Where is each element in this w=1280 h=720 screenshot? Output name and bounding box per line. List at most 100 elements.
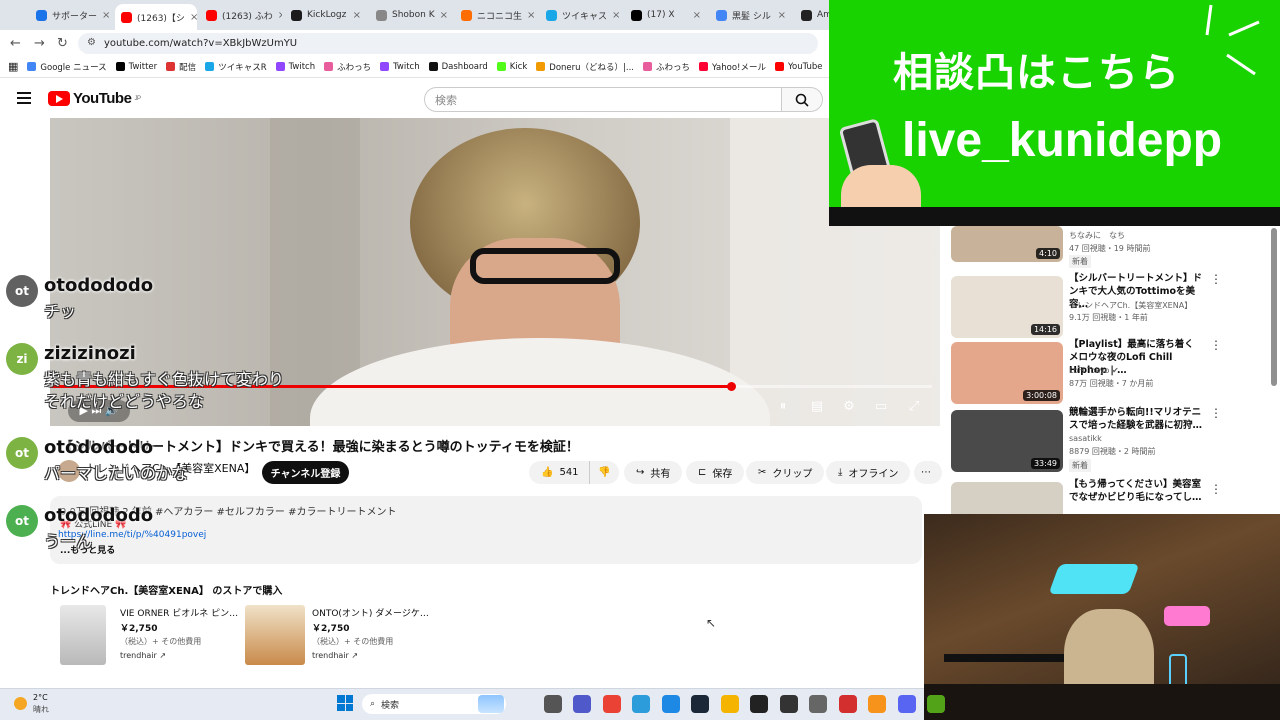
weather-desc[interactable]: 晴れ [33,704,49,715]
more-options-icon[interactable]: ⋮ [1210,338,1222,352]
mouse-cursor-icon: ↖ [706,616,717,630]
browser-tab[interactable]: ニコニコ生 × [455,4,537,26]
tab-label: (17) X [647,10,675,20]
subtitles-icon[interactable]: ▤ [808,400,826,414]
bookmark-item[interactable]: ツイキャスR [205,61,267,73]
taskbar-app-icon[interactable] [897,695,916,713]
browser-tab[interactable]: (1263) ふわ × [200,4,282,26]
browser-tab[interactable]: KickLogz × [285,4,367,26]
theater-mode-icon[interactable]: ▭ [872,400,890,414]
browser-tab[interactable]: ツイキャス × [540,4,622,26]
sidebar-video-title[interactable]: 競輪選手から転向!!マリオテニスで培った経験を武器に初狩… [1069,406,1203,432]
taskbar-app-icon[interactable] [868,695,886,713]
taskbar-app-icon[interactable] [750,695,768,713]
taskbar-app-icon[interactable] [720,695,739,713]
tab-close-icon[interactable]: × [778,10,786,21]
like-button[interactable]: 👍 541 [529,461,589,484]
hamburger-menu-icon[interactable] [17,92,31,104]
tab-close-icon[interactable]: × [440,10,448,21]
browser-tab[interactable]: (1263)【シ × [115,4,197,30]
browser-tab[interactable]: サポーター × [30,4,112,26]
more-options-icon[interactable]: ⋮ [1210,272,1222,286]
taskbar-app-icon[interactable] [661,695,680,713]
sidebar-video-thumbnail[interactable]: 14:16 [951,276,1063,338]
bookmark-item[interactable]: Dashboard [428,62,488,72]
chat-username: zizizinozi [44,343,136,364]
bookmark-item[interactable]: Yahoo!メール [699,61,766,73]
save-button[interactable]: ⊏ 保存 [686,461,745,484]
dislike-button[interactable]: 👎 [589,461,619,484]
video-scrubber-handle[interactable] [727,382,736,391]
bookmark-item[interactable]: Twitter [115,62,157,72]
windows-start-icon[interactable] [337,695,353,711]
bookmark-item[interactable]: ふわっち [324,61,371,73]
apps-grid-icon[interactable]: ▦ [8,60,18,73]
taskbar-app-icon[interactable] [478,695,504,713]
bookmark-item[interactable]: Google ニュース [27,61,107,73]
taskbar-app-icon[interactable] [838,695,857,713]
product-name[interactable]: ONTO(オント) ダメージケ… [312,606,429,619]
sidebar-scrollbar[interactable] [1271,228,1277,386]
taskbar-app-icon[interactable] [632,695,650,713]
sidebar-video-thumbnail[interactable]: 33:49 [951,410,1063,472]
forward-arrow-icon[interactable]: → [34,36,45,51]
tab-close-icon[interactable]: × [102,10,110,21]
search-button[interactable] [781,87,823,112]
taskbar-app-icon[interactable] [602,695,621,713]
fullscreen-icon[interactable]: ⤢ [905,400,923,414]
product-image[interactable] [245,605,305,665]
bookmark-item[interactable]: YouTube [774,62,823,72]
presenter-glasses [470,248,620,284]
url-field[interactable]: ⚙ youtube.com/watch?v=XBkJbWzUmYU [78,33,818,54]
bookmark-item[interactable]: Doneru（どねる）|... [536,61,634,73]
product-tax-note: （税込）+ その他費用 [120,637,202,646]
tab-close-icon[interactable]: × [527,10,535,21]
taskbar-app-icon[interactable] [779,695,798,713]
reload-icon[interactable]: ↻ [57,36,68,51]
bookmark-item[interactable]: Kick [496,62,527,72]
bookmark-item[interactable]: Twitch [275,62,315,72]
taskbar-app-icon[interactable] [573,695,591,713]
bookmark-item[interactable]: ふわっち [643,61,690,73]
product-shop-link[interactable]: trendhair ↗ [312,651,358,660]
pause-icon[interactable]: ⏸ [774,400,792,414]
more-options-icon[interactable]: ⋮ [1210,406,1222,420]
taskbar-app-icon[interactable] [543,695,562,713]
weather-sun-icon[interactable] [14,697,27,710]
sidebar-video-title[interactable]: 【もう帰ってください】美容室でなぜかビビり毛になってし… [1069,478,1203,504]
browser-tab[interactable]: 黒髪 シル × [710,4,792,26]
settings-gear-icon[interactable]: ⚙ [840,400,858,414]
tab-close-icon[interactable]: × [612,10,620,21]
back-arrow-icon[interactable]: ← [10,36,21,51]
sidebar-video-title[interactable]: ちなみに なち [1069,229,1203,242]
bookmark-item[interactable]: 配信 [166,61,196,73]
browser-tab[interactable]: (17) X × [625,4,707,26]
tab-close-icon[interactable]: × [693,10,701,21]
sidebar-video-thumbnail[interactable]: 3:00:08 [951,342,1063,404]
site-info-icon[interactable]: ⚙ [87,37,96,48]
browser-tab[interactable]: Shobon K × [370,4,452,26]
video-progress-remaining[interactable] [730,385,932,388]
taskbar-app-icon[interactable] [691,695,709,713]
tab-close-icon[interactable]: × [190,12,197,23]
video-duration: 14:16 [1030,324,1060,335]
weather-temp[interactable]: 2°C [33,693,48,702]
bookmark-item[interactable]: Twitch [380,62,420,72]
search-input[interactable]: 検索 [424,87,782,112]
tab-close-icon[interactable]: × [278,10,282,21]
more-actions-button[interactable]: ⋯ [914,461,942,484]
clip-button[interactable]: ✂ クリップ [746,461,825,484]
more-options-icon[interactable]: ⋮ [1210,482,1222,496]
offline-download-button[interactable]: ⤓ オフライン [826,461,911,484]
tab-close-icon[interactable]: × [353,10,361,21]
share-button[interactable]: ↪ 共有 [624,461,683,484]
product-image[interactable] [60,605,106,665]
product-shop-link[interactable]: trendhair ↗ [120,651,166,660]
video-duration: 33:49 [1030,458,1060,469]
taskbar-app-icon[interactable] [809,695,827,713]
product-name[interactable]: VIE ORNER ビオルネ ピン… [120,606,238,619]
sidebar-video-thumbnail[interactable]: 4:10 [951,226,1063,262]
taskbar-app-icon[interactable] [927,695,945,713]
sidebar-video-meta: 8879 回視聴・2 時間前 [1069,447,1156,456]
youtube-logo[interactable]: YouTube JP [48,90,141,107]
